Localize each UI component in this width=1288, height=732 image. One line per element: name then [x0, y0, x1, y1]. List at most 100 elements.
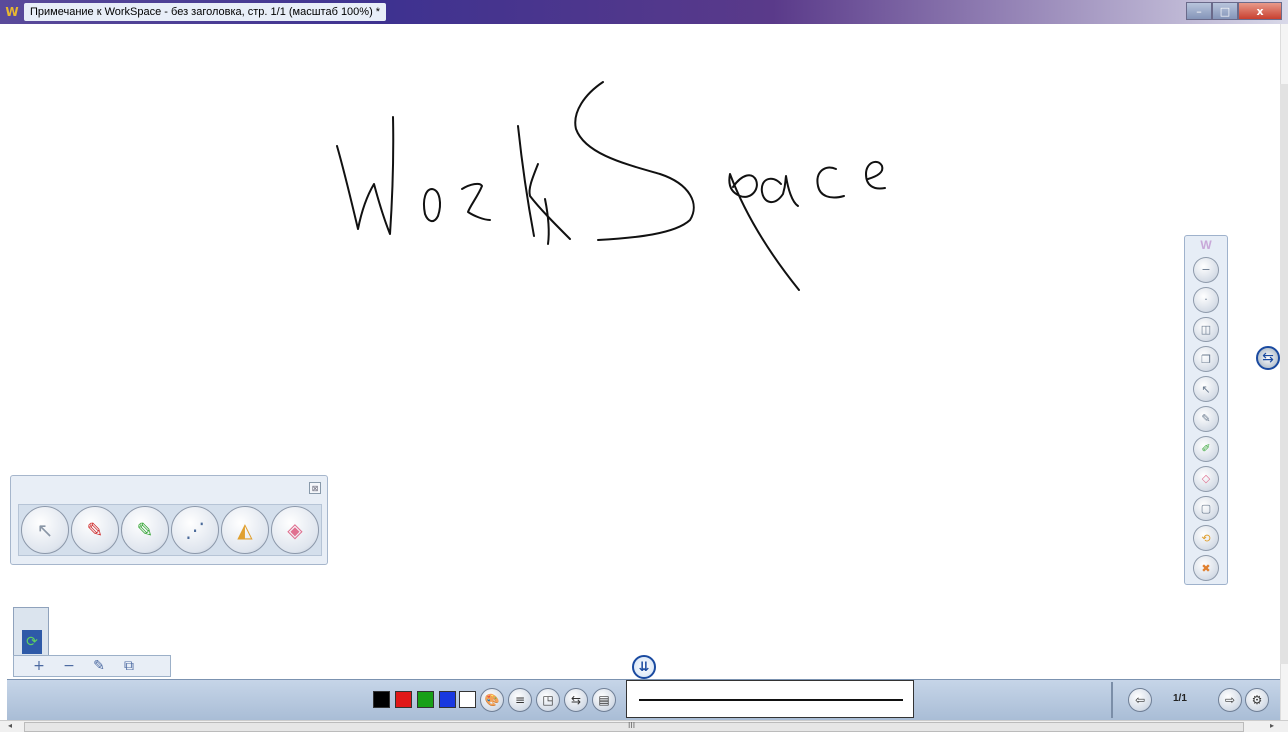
maximize-button[interactable]: □: [1212, 2, 1238, 20]
minimize-button[interactable]: –: [1186, 2, 1212, 20]
line-preview-stroke: [639, 699, 903, 701]
right-toolbar: W − · ◫ ❐ ↖ ✎ ✐ ◇ ▢ ⟲ ✖: [1184, 235, 1228, 585]
line-style-button[interactable]: ⇆: [564, 688, 588, 712]
color-palette-button[interactable]: 🎨: [480, 688, 504, 712]
color-swatch-red[interactable]: [395, 691, 412, 708]
edit-page-button[interactable]: ✎: [90, 658, 108, 674]
double-down-arrow-icon: ⇊: [638, 659, 650, 675]
page-thumbnail[interactable]: ⟳: [13, 607, 49, 657]
highlighter-icon: ✐: [1201, 442, 1211, 456]
blank-page-icon: ▢: [1200, 501, 1212, 515]
highlighter-tool-button[interactable]: ✎: [121, 506, 169, 554]
toolbar-button-5[interactable]: ↖: [1193, 376, 1219, 403]
tools-row: ↖ ✎ ✎ ⋰ ◭ ◈: [18, 504, 322, 556]
scroll-left-arrow-icon[interactable]: ◂: [8, 721, 12, 730]
previous-page-button[interactable]: ⇦: [1128, 688, 1152, 712]
toolbar-button-10[interactable]: ⟲: [1193, 525, 1219, 552]
ink-stroke-w: [336, 116, 395, 235]
circle-minus-icon: −: [1201, 263, 1211, 277]
toolbar-button-8[interactable]: ◇: [1193, 465, 1219, 492]
app-window: W Примечание к WorkSpace - без заголовка…: [0, 0, 1288, 732]
page-controls: + − ✎ ⧉: [13, 655, 171, 677]
ink-stroke-o: [422, 188, 441, 222]
close-button[interactable]: x: [1238, 2, 1282, 20]
page-indicator: 1/1: [1173, 693, 1187, 704]
toolbar-button-9[interactable]: ▢: [1193, 495, 1219, 522]
creative-pen-icon: ⋰: [185, 518, 205, 542]
scroll-right-arrow-icon[interactable]: ▸: [1270, 721, 1274, 730]
shapes-tool-icon: ◭: [237, 518, 253, 542]
ink-stroke-c: [816, 166, 845, 199]
window-controls: – □ x: [1186, 2, 1282, 20]
scroll-grip-icon: III: [628, 721, 636, 730]
window-title: Примечание к WorkSpace - без заголовка, …: [24, 3, 387, 21]
line-width-icon: ≡: [514, 693, 526, 707]
ink-stroke-e: [865, 160, 886, 190]
side-toggle-button[interactable]: ⇆: [1256, 346, 1280, 370]
line-preview: [626, 680, 914, 718]
toolbar-button-2[interactable]: ·: [1193, 286, 1219, 313]
pen-icon: ✎: [1201, 412, 1211, 426]
arrow-left-icon: ⇦: [1134, 693, 1146, 707]
exit-icon: ✖: [1201, 561, 1211, 575]
ink-stroke-s: [574, 81, 695, 241]
creative-pen-button[interactable]: ⋰: [171, 506, 219, 554]
color-swatch-black[interactable]: [373, 691, 390, 708]
vertical-scroll-thumb[interactable]: [1280, 84, 1288, 664]
recycle-page-icon: ⟳: [22, 630, 42, 654]
toolbar-button-3[interactable]: ◫: [1193, 316, 1219, 343]
next-page-button[interactable]: ⇨: [1218, 688, 1242, 712]
color-palette-icon: 🎨: [484, 693, 500, 707]
eraser-tool-icon: ◈: [287, 518, 303, 542]
color-swatch-white[interactable]: [459, 691, 476, 708]
select-arrow-icon: ↖: [1201, 382, 1211, 396]
select-tool-icon: ↖: [36, 518, 54, 542]
line-pattern-button[interactable]: ▤: [592, 688, 616, 712]
bottom-toolbar: 🎨 ≡ ◳ ⇆ ▤ ⇦ 1/1 ⇨ ⚙: [7, 679, 1280, 720]
select-tool-button[interactable]: ↖: [21, 506, 69, 554]
tools-button[interactable]: ⚙: [1245, 688, 1269, 712]
line-pattern-icon: ▤: [598, 693, 610, 707]
color-swatch-blue[interactable]: [439, 691, 456, 708]
shapes-tool-button[interactable]: ◭: [221, 506, 269, 554]
duplicate-page-button[interactable]: ⧉: [120, 658, 138, 674]
handwritten-ink: [336, 81, 886, 291]
horizontal-scrollbar[interactable]: ◂ III ▸: [0, 720, 1288, 732]
panel-close-button[interactable]: ⊠: [309, 482, 321, 494]
toolbar-button-11[interactable]: ✖: [1193, 555, 1219, 581]
ink-stroke-k-arm: [528, 163, 571, 240]
arrow-right-icon: ⇨: [1224, 693, 1236, 707]
ink-stroke-r: [461, 182, 491, 221]
transparency-button[interactable]: ◳: [536, 688, 560, 712]
add-page-button[interactable]: +: [30, 658, 48, 674]
remove-page-button[interactable]: −: [60, 658, 78, 674]
ink-stroke-a: [760, 175, 799, 207]
mouse-icon: ◫: [1200, 322, 1212, 336]
line-width-button[interactable]: ≡: [508, 688, 532, 712]
tools-icon: ⚙: [1251, 693, 1263, 707]
toolbar-button-4[interactable]: ❐: [1193, 346, 1219, 373]
drawing-tools-panel: ⊠ ↖ ✎ ✎ ⋰ ◭ ◈: [10, 475, 328, 565]
title-bar: W Примечание к WorkSpace - без заголовка…: [0, 0, 1288, 24]
highlighter-tool-icon: ✎: [136, 518, 154, 542]
toolbar-button-7[interactable]: ✐: [1193, 435, 1219, 462]
pen-tool-icon: ✎: [86, 518, 104, 542]
line-style-icon: ⇆: [570, 693, 582, 707]
transparency-icon: ◳: [542, 693, 554, 707]
capture-icon: ⟲: [1201, 531, 1211, 545]
workspace-logo-icon: W: [5, 5, 19, 19]
vertical-scrollbar[interactable]: [1280, 24, 1288, 724]
divider: [1111, 682, 1113, 718]
color-swatch-green[interactable]: [417, 691, 434, 708]
toolbar-button-6[interactable]: ✎: [1193, 406, 1219, 432]
workspace-toolbar-logo: W: [1200, 238, 1212, 252]
eraser-tool-button[interactable]: ◈: [271, 506, 319, 554]
toolbar-button-1[interactable]: −: [1193, 256, 1219, 283]
pen-tool-button[interactable]: ✎: [71, 506, 119, 554]
circle-dot-icon: ·: [1204, 293, 1208, 307]
ink-stroke-k-back: [544, 198, 550, 245]
copy-pages-icon: ❐: [1201, 352, 1211, 366]
eraser-icon: ◇: [1201, 472, 1211, 486]
bottom-bar-toggle-button[interactable]: ⇊: [632, 655, 656, 679]
close-icon: ⊠: [311, 483, 319, 493]
